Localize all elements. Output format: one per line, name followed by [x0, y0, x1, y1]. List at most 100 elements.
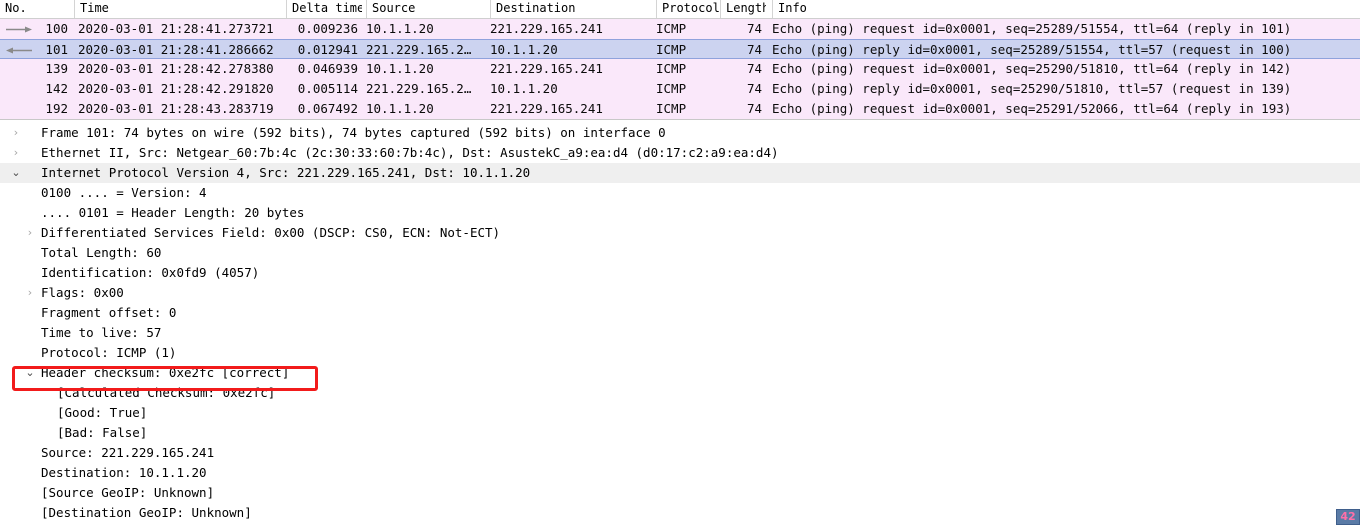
packet-detail-pane[interactable]: › Frame 101: 74 bytes on wire (592 bits),…	[0, 123, 1360, 525]
cell-proto: ICMP	[656, 61, 687, 76]
tree-item[interactable]: [Source GeoIP: Unknown]	[0, 483, 1360, 503]
tree-item[interactable]: Fragment offset: 0	[0, 303, 1360, 323]
cell-info: Echo (ping) reply id=0x0001, seq=25290/5…	[772, 81, 1292, 96]
packet-list-pane[interactable]: No. Time Delta time Source Destination Protoc…	[0, 0, 1360, 119]
packet-list-rows: 100 2020-03-01 21:28:41.273721 0.009236 10.…	[0, 19, 1360, 119]
tree-item-label: Protocol: ICMP (1)	[41, 345, 177, 360]
cell-proto: ICMP	[656, 42, 687, 57]
cell-src: 10.1.1.20	[366, 21, 434, 36]
cell-info: Echo (ping) request id=0x0001, seq=25289…	[772, 21, 1292, 36]
table-row[interactable]: 139 2020-03-01 21:28:42.278380 0.046939 10.…	[0, 59, 1360, 79]
column-header-proto[interactable]: Protocol	[656, 0, 720, 18]
tree-item-label: Internet Protocol Version 4, Src: 221.22…	[41, 165, 531, 180]
cell-delta: 0.009236	[297, 21, 358, 36]
tree-item-label: [Bad: False]	[57, 425, 148, 440]
chevron-right-icon[interactable]: ›	[9, 123, 23, 143]
table-row[interactable]: 100 2020-03-01 21:28:41.273721 0.009236 10.…	[0, 19, 1360, 39]
cell-time: 2020-03-01 21:28:43.283719	[78, 101, 274, 116]
cell-delta: 0.046939	[297, 61, 358, 76]
cell-time: 2020-03-01 21:28:41.286662	[78, 42, 274, 57]
table-row[interactable]: 192 2020-03-01 21:28:43.283719 0.067492 10.…	[0, 99, 1360, 119]
chevron-right-icon[interactable]: ›	[23, 223, 37, 243]
column-header-src[interactable]: Source	[366, 0, 488, 18]
cell-no: 142	[45, 81, 68, 96]
cell-delta: 0.067492	[297, 101, 358, 116]
column-header-len[interactable]: Length	[720, 0, 766, 18]
cell-time: 2020-03-01 21:28:41.273721	[78, 21, 274, 36]
tree-item-label: [Good: True]	[57, 405, 148, 420]
cell-len: 74	[746, 81, 762, 96]
table-row[interactable]: 142 2020-03-01 21:28:42.291820 0.005114 221…	[0, 79, 1360, 99]
column-header-no[interactable]: No.	[0, 0, 74, 18]
cell-dst: 221.229.165.241	[490, 101, 603, 116]
tree-item[interactable]: [Destination GeoIP: Unknown]	[0, 503, 1360, 523]
cell-info: Echo (ping) request id=0x0001, seq=25291…	[772, 101, 1292, 116]
tree-item[interactable]: Destination: 10.1.1.20	[0, 463, 1360, 483]
cell-dst: 221.229.165.241	[490, 61, 603, 76]
cell-no: 192	[45, 101, 68, 116]
tree-item-label: Time to live: 57	[41, 325, 162, 340]
tree-item[interactable]: Source: 221.229.165.241	[0, 443, 1360, 463]
tree-item-label: [Destination GeoIP: Unknown]	[41, 505, 252, 520]
tree-item[interactable]: Time to live: 57	[0, 323, 1360, 343]
tree-item[interactable]: Total Length: 60	[0, 243, 1360, 263]
tree-item-label: .... 0101 = Header Length: 20 bytes	[41, 205, 305, 220]
chevron-right-icon[interactable]: ›	[23, 283, 37, 303]
tree-item[interactable]: .... 0101 = Header Length: 20 bytes	[0, 203, 1360, 223]
tree-item[interactable]: › Differentiated Services Field: 0x00 (DS…	[0, 223, 1360, 243]
cell-delta: 0.012941	[297, 42, 358, 57]
cell-info: Echo (ping) request id=0x0001, seq=25290…	[772, 61, 1292, 76]
tree-item-label: Total Length: 60	[41, 245, 162, 260]
tree-item[interactable]: 0100 .... = Version: 4	[0, 183, 1360, 203]
cell-no: 101	[45, 42, 68, 57]
cell-dst: 10.1.1.20	[490, 81, 558, 96]
tree-item[interactable]: › Flags: 0x00	[0, 283, 1360, 303]
cell-len: 74	[746, 61, 762, 76]
cell-src: 10.1.1.20	[366, 61, 434, 76]
packet-list-header: No. Time Delta time Source Destination Protoc…	[0, 0, 1360, 19]
chevron-down-icon[interactable]: ⌄	[9, 163, 23, 183]
tree-item[interactable]: [Calculated Checksum: 0xe2fc]	[0, 383, 1360, 403]
cell-len: 74	[746, 101, 762, 116]
corner-badge: 42	[1336, 509, 1360, 525]
column-header-info[interactable]: Info	[772, 0, 1360, 18]
tree-item[interactable]: Identification: 0x0fd9 (4057)	[0, 263, 1360, 283]
tree-item-label: Identification: 0x0fd9 (4057)	[41, 265, 260, 280]
cell-no: 139	[45, 61, 68, 76]
cell-len: 74	[746, 21, 762, 36]
tree-item-label: Destination: 10.1.1.20	[41, 465, 207, 480]
cell-proto: ICMP	[656, 101, 687, 116]
tree-item-label: Header checksum: 0xe2fc [correct]	[41, 365, 290, 380]
cell-delta: 0.005114	[297, 81, 358, 96]
cell-time: 2020-03-01 21:28:42.291820	[78, 81, 274, 96]
cell-no: 100	[45, 21, 68, 36]
column-header-dst[interactable]: Destination	[490, 0, 654, 18]
cell-time: 2020-03-01 21:28:42.278380	[78, 61, 274, 76]
protocol-tree: › Frame 101: 74 bytes on wire (592 bits),…	[0, 123, 1360, 523]
tree-item[interactable]: Protocol: ICMP (1)	[0, 343, 1360, 363]
chevron-down-icon[interactable]: ⌄	[23, 363, 37, 383]
tree-item-label: Ethernet II, Src: Netgear_60:7b:4c (2c:3…	[41, 145, 779, 160]
cell-dst: 10.1.1.20	[490, 42, 558, 57]
cell-proto: ICMP	[656, 21, 687, 36]
table-row[interactable]: 101 2020-03-01 21:28:41.286662 0.012941 221…	[0, 39, 1360, 59]
tree-item[interactable]: [Bad: False]	[0, 423, 1360, 443]
cell-proto: ICMP	[656, 81, 687, 96]
tree-item-label: Frame 101: 74 bytes on wire (592 bits), …	[41, 125, 666, 140]
tree-item-label: 0100 .... = Version: 4	[41, 185, 207, 200]
column-header-time[interactable]: Time	[74, 0, 286, 18]
tree-item[interactable]: › Frame 101: 74 bytes on wire (592 bits),…	[0, 123, 1360, 143]
cell-src: 221.229.165.2…	[366, 81, 472, 96]
tree-item[interactable]: ⌄ Header checksum: 0xe2fc [correct]	[0, 363, 1360, 383]
tree-item[interactable]: [Good: True]	[0, 403, 1360, 423]
chevron-right-icon[interactable]: ›	[9, 143, 23, 163]
tree-item[interactable]: ⌄ Internet Protocol Version 4, Src: 221.2…	[0, 163, 1360, 183]
tree-item[interactable]: › Ethernet II, Src: Netgear_60:7b:4c (2c:…	[0, 143, 1360, 163]
cell-len: 74	[746, 42, 762, 57]
tree-item-label: [Calculated Checksum: 0xe2fc]	[57, 385, 276, 400]
tree-item-label: [Source GeoIP: Unknown]	[41, 485, 215, 500]
tree-item-label: Differentiated Services Field: 0x00 (DSC…	[41, 225, 501, 240]
cell-src: 221.229.165.2…	[366, 42, 472, 57]
column-header-delta[interactable]: Delta time	[286, 0, 362, 18]
tree-item-label: Source: 221.229.165.241	[41, 445, 215, 460]
